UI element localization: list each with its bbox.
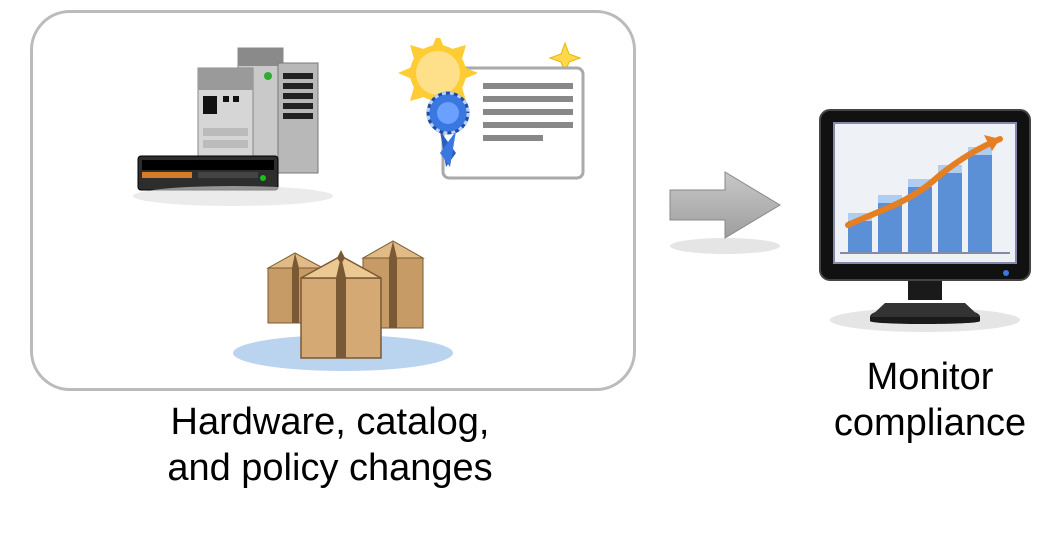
changes-label-line1: Hardware, catalog, (171, 401, 490, 443)
changes-panel (30, 10, 636, 391)
changes-panel-inner (33, 13, 633, 388)
shipping-boxes-icon (223, 198, 463, 383)
monitor-label-line2: compliance (834, 402, 1026, 444)
monitor-label-line1: Monitor (867, 356, 994, 398)
right-arrow-icon (660, 160, 790, 265)
monitor-label: Monitor compliance (800, 355, 1056, 446)
changes-label-line2: and policy changes (167, 447, 492, 489)
certificate-badge-icon (383, 38, 603, 213)
changes-label: Hardware, catalog, and policy changes (60, 400, 600, 491)
monitor-bar-chart-icon (800, 95, 1050, 350)
server-hardware-icon (128, 38, 348, 213)
